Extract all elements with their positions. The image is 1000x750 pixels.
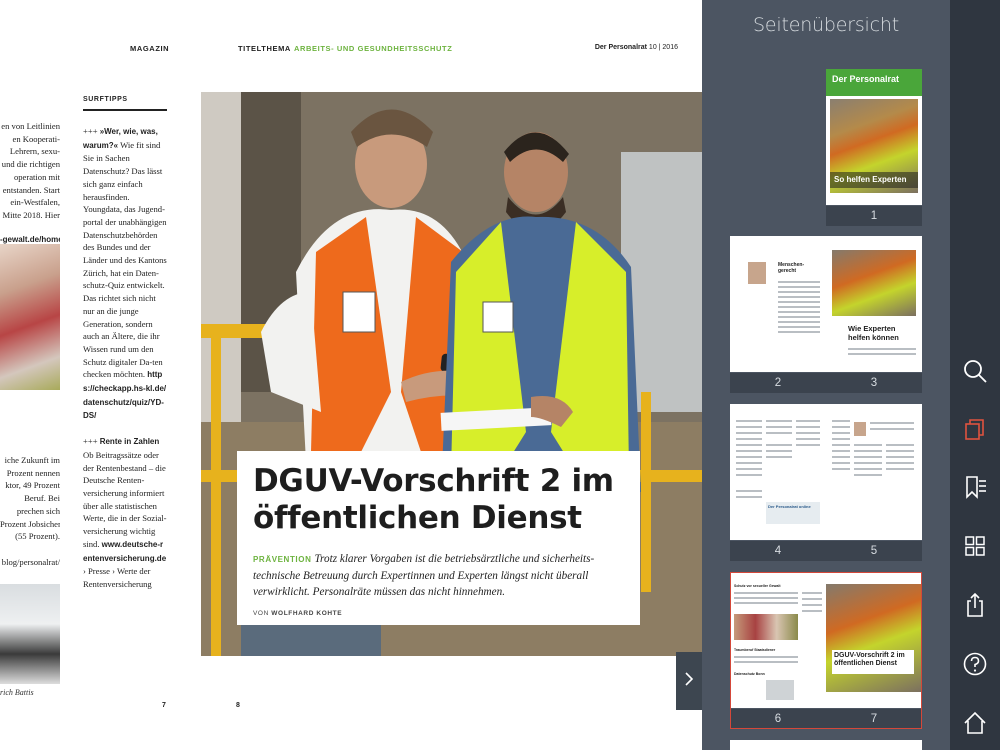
issue-info: Der Personalrat 10 | 2016 xyxy=(595,44,678,51)
article-title: DGUV-Vorschrift 2 im öffentlichen Dienst xyxy=(253,463,614,536)
thumbnail-page-2: Menschen-gerecht xyxy=(730,236,826,372)
pages-icon xyxy=(962,416,988,447)
page-number-left: 7 xyxy=(162,702,166,709)
left-column-line xyxy=(0,222,60,235)
left-column-line: blog/personalrat/ xyxy=(1,556,60,567)
left-column-text: en von Leitlinien en Kooperati- Lehrern, s… xyxy=(0,120,60,247)
thumbnail-page-5 xyxy=(826,404,922,540)
left-column-line: und die richtigen xyxy=(1,159,60,170)
left-column-line: Mitte 2018. Hier xyxy=(2,209,60,220)
issue-number: 10 | 2016 xyxy=(648,44,678,51)
left-column-line: Prozent Jobsicher- xyxy=(0,518,60,529)
collapse-panel-button[interactable] xyxy=(676,652,702,710)
section-header-titelthema: TITELTHEMA xyxy=(238,44,291,53)
article-lead: PRÄVENTION Trotz klarer Vorgaben ist die … xyxy=(253,551,624,600)
thumbnail-page-6: Schutz vor sexueller Gewalt Traumberuf S… xyxy=(730,572,826,708)
bookmarks-icon xyxy=(962,474,988,505)
publication-name: Der Personalrat xyxy=(594,44,647,51)
share-button[interactable] xyxy=(960,592,990,622)
article-title-box: DGUV-Vorschrift 2 im öffentlichen Dienst… xyxy=(237,451,640,625)
thumbnail-page-3: Wie Experten helfen können xyxy=(826,236,922,372)
thumbnail-page-4: Der Personalrat online xyxy=(730,404,826,540)
help-icon xyxy=(962,651,988,682)
cover-caption: So helfen Experten xyxy=(834,175,907,184)
byline: VON WOLFHARD KOHTE xyxy=(253,610,343,617)
cover-title: Der Personalrat xyxy=(832,74,900,84)
grid-icon xyxy=(962,533,988,564)
left-column-line: entstanden. Start xyxy=(2,184,60,195)
page-overview-panel: Seitenübersicht Der Personalrat So helfe… xyxy=(702,0,950,750)
section-header-magazin: MAGAZIN xyxy=(130,44,170,53)
page-number-bar: 23 xyxy=(730,373,922,393)
thumbnail-spread-6-7[interactable]: Schutz vor sexueller Gewalt Traumberuf S… xyxy=(730,572,922,729)
left-column-line: operation mit xyxy=(13,171,60,182)
help-button[interactable] xyxy=(960,651,990,681)
home-icon xyxy=(962,710,988,741)
left-column-line: en von Leitlinien xyxy=(1,121,60,131)
photo-caption: rich Battis xyxy=(0,688,34,697)
search-icon xyxy=(962,358,988,389)
left-column-line: Lehrern, sexu- xyxy=(9,146,60,157)
share-icon xyxy=(962,592,988,623)
left-column-text-2: iche Zukunft im Prozent nennen ktor, 49 Pr… xyxy=(0,454,60,568)
thumbnail-page-1[interactable]: Der Personalrat So helfen Experten 1 xyxy=(826,69,922,226)
page-number-bar: 1 xyxy=(826,206,922,226)
surftipp-rente: +++ Rente in Zahlen Ob Beitragssätze ode… xyxy=(83,436,167,589)
page-number-right: 8 xyxy=(236,702,240,709)
page-number-bar: 67 xyxy=(730,709,922,729)
left-column-line xyxy=(0,543,60,556)
page-number-bar: 45 xyxy=(730,541,922,561)
thumbnail-next-spread[interactable] xyxy=(730,740,922,750)
surftipps-title: SURFTIPPS xyxy=(83,96,167,111)
chevron-right-icon xyxy=(684,671,694,691)
left-column-line: Beruf. Bei xyxy=(24,493,60,504)
lead-kicker: PRÄVENTION xyxy=(253,555,312,564)
search-button[interactable] xyxy=(960,358,990,388)
left-column-line: Prozent nennen xyxy=(6,467,60,478)
left-column-line: ein-Westfalen, xyxy=(10,197,60,208)
section-topic: ARBEITS- UND GESUNDHEITSSCHUTZ xyxy=(294,44,453,53)
magazine-spread[interactable]: MAGAZIN TITELTHEMA ARBEITS- UND GESUNDHE… xyxy=(0,0,702,750)
home-button[interactable] xyxy=(960,710,990,740)
left-column-line: en Kooperati- xyxy=(12,133,60,144)
left-column-line: (55 Prozent). xyxy=(15,531,60,542)
surftipps-box: SURFTIPPS +++ »Wer, wie, was, warum?« Wi… xyxy=(83,96,167,603)
left-column-line: ktor, 49 Prozent xyxy=(5,480,60,491)
left-page-portrait-photo xyxy=(0,584,60,684)
surftipps-body: +++ »Wer, wie, was, warum?« Wie fit sind… xyxy=(83,125,167,591)
thumbnail-spread-4-5[interactable]: Der Personalrat online 4 5 xyxy=(730,404,922,561)
thumbnail-spread-2-3[interactable]: Menschen-gerecht Wie Experten helfen kön… xyxy=(730,236,922,393)
cover-thumbnail: Der Personalrat So helfen Experten xyxy=(826,69,922,205)
page-overview-button[interactable] xyxy=(960,416,990,446)
left-column-line: iche Zukunft im xyxy=(4,455,60,465)
grid-view-button[interactable] xyxy=(960,533,990,563)
bookmarks-button[interactable] xyxy=(960,474,990,504)
left-page-photo xyxy=(0,244,60,390)
author-name: WOLFHARD KOHTE xyxy=(271,610,343,617)
panel-title: Seitenübersicht xyxy=(753,14,899,36)
left-column-line: prechen sich xyxy=(16,505,60,516)
side-toolbar xyxy=(950,0,1000,750)
online-box: Der Personalrat online xyxy=(766,502,820,524)
surftipp-datenschutz: +++ »Wer, wie, was, warum?« Wie fit sind… xyxy=(83,126,167,421)
thumbnail-page-7: DGUV-Vorschrift 2 im öffentlichen Dienst xyxy=(826,572,922,708)
